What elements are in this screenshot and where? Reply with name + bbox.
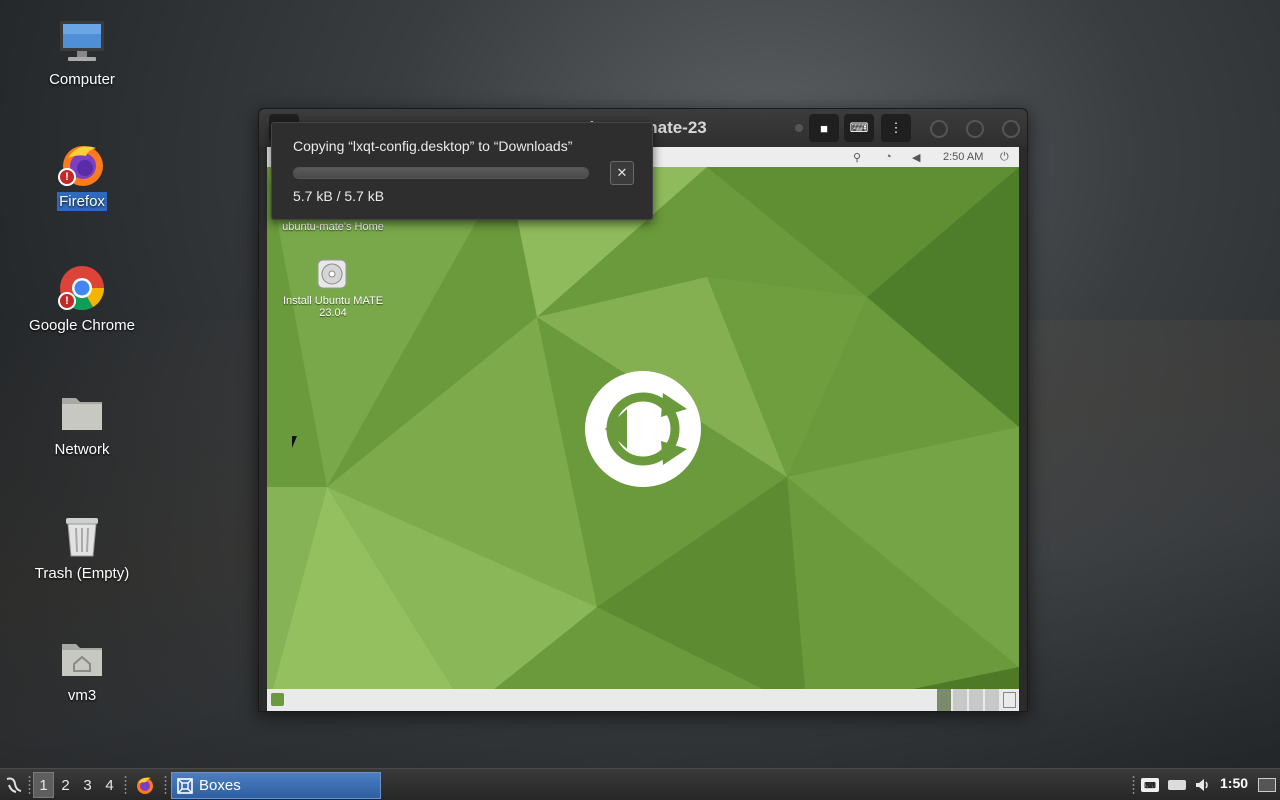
computer-icon — [58, 18, 106, 66]
guest-bottom-panel — [267, 689, 1019, 711]
keyboard-button[interactable]: ⌨ — [844, 114, 874, 142]
trash-icon — [58, 512, 106, 560]
main-menu-button[interactable] — [2, 769, 26, 800]
maximize-button[interactable] — [966, 120, 984, 138]
close-button[interactable] — [1002, 120, 1020, 138]
chrome-icon: ! — [58, 264, 106, 312]
progress-fill — [294, 168, 588, 178]
guest-volume-icon[interactable]: ◀ — [912, 151, 920, 164]
guest-show-desktop-icon[interactable] — [271, 693, 284, 706]
warning-badge-icon: ! — [58, 292, 76, 310]
workspace-4[interactable]: 4 — [99, 772, 120, 798]
copy-size: 5.7 kB / 5.7 kB — [293, 188, 385, 204]
desktop-icon-label: Firefox — [57, 192, 107, 211]
quicklaunch-firefox[interactable] — [132, 769, 158, 800]
desktop-icon-firefox[interactable]: ! Firefox — [20, 140, 144, 211]
task-boxes[interactable]: Boxes — [171, 772, 381, 799]
guest-workspace-1[interactable] — [937, 689, 951, 711]
guest-workspace-3[interactable] — [969, 689, 983, 711]
desktop-icon-label: vm3 — [67, 687, 97, 704]
folder-icon — [58, 388, 106, 436]
desktop-icon-computer[interactable]: Computer — [20, 18, 144, 89]
desktop-icon-vm3[interactable]: vm3 — [20, 634, 144, 705]
guest-display[interactable]: ⚲ ◔ ◀ 2:50 AM ⏻ ubuntu-mate's Home Insta… — [267, 147, 1019, 711]
status-indicator-icon — [795, 124, 803, 132]
warning-badge-icon: ! — [58, 168, 76, 186]
firefox-icon: ! — [58, 140, 106, 188]
lxqt-menu-icon — [6, 777, 22, 793]
copy-message: Copying “lxqt-config.desktop” to “Downlo… — [293, 138, 573, 154]
minimize-button[interactable] — [930, 120, 948, 138]
task-boxes-label: Boxes — [199, 777, 241, 794]
guest-power-icon[interactable]: ⏻ — [1000, 151, 1009, 164]
workspace-1[interactable]: 1 — [33, 772, 54, 798]
guest-desktop-icon-install[interactable]: Install Ubuntu MATE 23.04 — [278, 295, 388, 319]
install-disc-icon[interactable] — [317, 259, 347, 289]
desktop-icon-google-chrome[interactable]: ! Google Chrome — [20, 264, 144, 335]
taskbar-separator — [1132, 775, 1135, 795]
guest-desktop-icon-home[interactable]: ubuntu-mate's Home — [278, 221, 388, 233]
guest-clock[interactable]: 2:50 AM — [943, 151, 983, 163]
taskbar: 1 2 3 4 Boxes ⌨ 1:50 — [0, 768, 1280, 800]
removable-media-icon[interactable] — [1166, 769, 1188, 800]
taskbar-clock[interactable]: 1:50 — [1220, 775, 1248, 791]
show-desktop-icon[interactable] — [1256, 769, 1278, 800]
taskbar-separator — [124, 775, 127, 795]
firefox-icon — [137, 777, 153, 794]
desktop-icon-label: Trash (Empty) — [34, 565, 130, 582]
keyboard-layout-icon[interactable]: ⌨ — [1140, 769, 1160, 800]
desktop-icon-network[interactable]: Network — [20, 388, 144, 459]
home-folder-icon — [58, 634, 106, 682]
guest-network-icon[interactable]: ⚲ — [853, 151, 861, 164]
workspace-2[interactable]: 2 — [55, 772, 76, 798]
desktop-icon-label: Network — [54, 441, 110, 458]
workspace-3[interactable]: 3 — [77, 772, 98, 798]
guest-workspace-2[interactable] — [953, 689, 967, 711]
guest-trash-icon[interactable] — [1003, 692, 1016, 708]
guest-notification-icon[interactable]: ◔ — [885, 151, 892, 163]
copy-progress-dialog: Copying “lxqt-config.desktop” to “Downlo… — [271, 122, 653, 220]
menu-button[interactable]: ⋮ — [881, 114, 911, 142]
volume-icon[interactable] — [1192, 769, 1214, 800]
guest-workspace-4[interactable] — [985, 689, 999, 711]
copy-progress-bar — [293, 167, 589, 179]
pause-button[interactable]: ■ — [809, 114, 839, 142]
desktop-icon-trash[interactable]: Trash (Empty) — [20, 512, 144, 583]
desktop-icon-label: Computer — [49, 71, 115, 88]
mouse-cursor-icon — [292, 436, 302, 448]
cancel-copy-button[interactable]: ✕ — [610, 161, 634, 185]
boxes-icon — [176, 777, 194, 795]
desktop-icon-label: Google Chrome — [29, 317, 135, 334]
taskbar-separator — [164, 775, 167, 795]
taskbar-separator — [28, 775, 31, 795]
